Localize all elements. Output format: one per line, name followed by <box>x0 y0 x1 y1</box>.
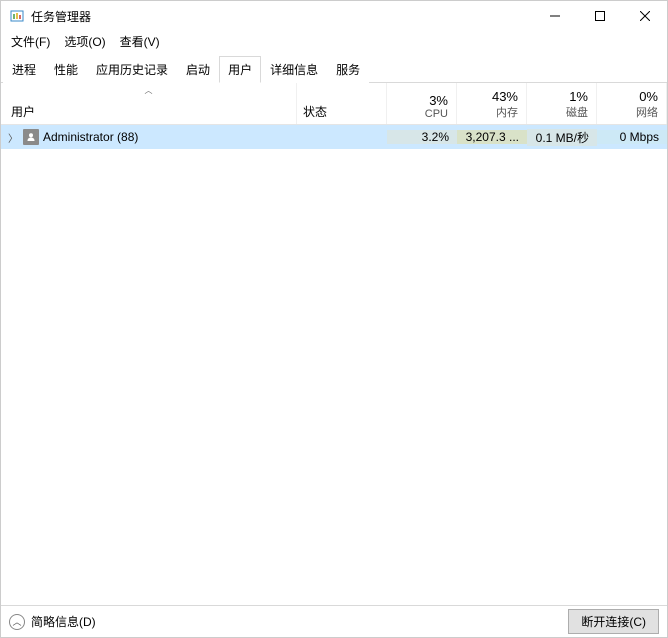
column-status-label: 状态 <box>303 103 327 120</box>
minimize-button[interactable] <box>532 1 577 31</box>
menu-view[interactable]: 查看(V) <box>114 31 166 52</box>
menu-options[interactable]: 选项(O) <box>58 31 111 52</box>
table-body: 〉 Administrator (88) 3.2% 3,207.3 ... 0.… <box>1 125 667 605</box>
mem-pct: 43% <box>492 89 518 104</box>
cpu-label: CPU <box>425 108 448 120</box>
cell-user: 〉 Administrator (88) <box>1 129 297 145</box>
cpu-pct: 3% <box>429 93 448 108</box>
column-header-cpu[interactable]: 3% CPU <box>387 83 457 124</box>
tab-startup[interactable]: 启动 <box>177 56 219 83</box>
expand-caret-icon[interactable]: 〉 <box>7 130 19 145</box>
cell-cpu: 3.2% <box>387 130 457 144</box>
tab-app-history[interactable]: 应用历史记录 <box>87 56 177 83</box>
tab-processes[interactable]: 进程 <box>3 56 45 83</box>
net-label: 网络 <box>636 104 658 120</box>
tab-users[interactable]: 用户 <box>219 56 261 83</box>
table-row[interactable]: 〉 Administrator (88) 3.2% 3,207.3 ... 0.… <box>1 125 667 149</box>
column-header-disk[interactable]: 1% 磁盘 <box>527 83 597 124</box>
cell-disk: 0.1 MB/秒 <box>527 129 597 146</box>
cell-network: 0 Mbps <box>597 130 667 144</box>
column-header-status[interactable]: 状态 <box>297 83 387 124</box>
table-header: ︿ 用户 状态 3% CPU 43% 内存 1% 磁盘 0% 网络 <box>1 83 667 125</box>
user-icon <box>23 129 39 145</box>
column-header-memory[interactable]: 43% 内存 <box>457 83 527 124</box>
user-name: Administrator (88) <box>43 130 138 144</box>
tab-services[interactable]: 服务 <box>327 56 369 83</box>
maximize-button[interactable] <box>577 1 622 31</box>
column-header-user[interactable]: ︿ 用户 <box>1 83 297 124</box>
chevron-up-icon: ︿ <box>9 614 25 630</box>
disk-pct: 1% <box>569 89 588 104</box>
window-controls <box>532 1 667 31</box>
menubar: 文件(F) 选项(O) 查看(V) <box>1 31 667 51</box>
column-header-network[interactable]: 0% 网络 <box>597 83 667 124</box>
window-title: 任务管理器 <box>31 8 532 25</box>
app-icon <box>9 8 25 24</box>
fewer-details-label: 简略信息(D) <box>31 613 96 630</box>
footer: ︿ 简略信息(D) 断开连接(C) <box>1 605 667 637</box>
disconnect-button[interactable]: 断开连接(C) <box>568 609 659 634</box>
mem-label: 内存 <box>496 104 518 120</box>
titlebar: 任务管理器 <box>1 1 667 31</box>
sort-caret-icon: ︿ <box>145 85 153 96</box>
tabstrip: 进程 性能 应用历史记录 启动 用户 详细信息 服务 <box>1 55 667 83</box>
tab-details[interactable]: 详细信息 <box>261 56 327 83</box>
tab-performance[interactable]: 性能 <box>45 56 87 83</box>
content-area: ︿ 用户 状态 3% CPU 43% 内存 1% 磁盘 0% 网络 〉 <box>1 83 667 605</box>
disk-label: 磁盘 <box>566 104 588 120</box>
column-user-label: 用户 <box>11 103 290 120</box>
cell-memory: 3,207.3 ... <box>457 130 527 144</box>
fewer-details-toggle[interactable]: ︿ 简略信息(D) <box>9 613 96 630</box>
close-button[interactable] <box>622 1 667 31</box>
menu-file[interactable]: 文件(F) <box>5 31 56 52</box>
net-pct: 0% <box>639 89 658 104</box>
